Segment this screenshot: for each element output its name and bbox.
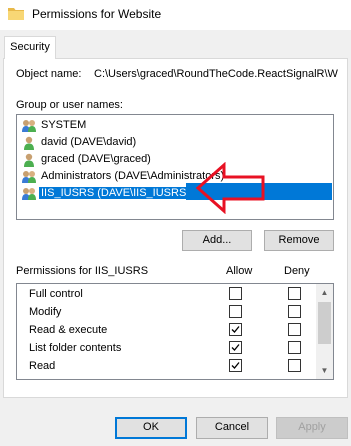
- permissions-label: Permissions for IIS_IUSRS: [16, 265, 149, 277]
- tab-security[interactable]: Security: [4, 36, 56, 59]
- folder-icon: [8, 8, 24, 20]
- scroll-thumb[interactable]: [318, 302, 331, 344]
- user-icon: [24, 153, 34, 167]
- apply-button[interactable]: Apply: [276, 417, 348, 439]
- deny-checkbox[interactable]: [288, 359, 301, 372]
- list-item-label: IIS_IUSRS (DAVE\IIS_IUSRS): [39, 187, 194, 199]
- cancel-button[interactable]: Cancel: [196, 417, 268, 439]
- list-item-label: david (DAVE\david): [41, 136, 137, 148]
- annotation-arrow-icon: [196, 162, 265, 214]
- deny-checkbox[interactable]: [288, 341, 301, 354]
- permission-row: Read: [17, 357, 317, 375]
- checkmark-icon: [231, 326, 240, 333]
- permission-name: Read: [29, 360, 56, 372]
- allow-checkbox[interactable]: [229, 323, 242, 336]
- deny-header: Deny: [284, 265, 310, 277]
- allow-checkbox[interactable]: [229, 341, 242, 354]
- group-users-icon: [22, 120, 36, 132]
- user-icon: [24, 136, 34, 150]
- checkmark-icon: [231, 362, 240, 369]
- permission-name: List folder contents: [29, 342, 122, 354]
- allow-checkbox[interactable]: [229, 287, 242, 300]
- allow-header: Allow: [226, 265, 253, 277]
- list-item-graced[interactable]: graced (DAVE\graced): [19, 151, 331, 168]
- allow-checkbox[interactable]: [229, 305, 242, 318]
- permission-row: Full control: [17, 285, 317, 303]
- group-users-icon: [22, 171, 36, 183]
- title-bar: Permissions for Website: [0, 0, 351, 30]
- permissions-scrollbar[interactable]: ▲ ▼: [316, 284, 333, 379]
- allow-checkbox[interactable]: [229, 359, 242, 372]
- permission-row: List folder contents: [17, 339, 317, 357]
- list-item-label: graced (DAVE\graced): [41, 153, 151, 165]
- list-item-label: SYSTEM: [41, 119, 87, 131]
- group-names-label: Group or user names:: [16, 99, 123, 111]
- scroll-down-icon[interactable]: ▼: [316, 362, 333, 379]
- permission-name: Modify: [29, 306, 62, 318]
- permission-row: Modify: [17, 303, 317, 321]
- permissions-list: Full control Modify Read & execute List …: [16, 283, 334, 380]
- ok-button[interactable]: OK: [115, 417, 187, 439]
- remove-button[interactable]: Remove: [264, 230, 334, 251]
- permission-row: Read & execute: [17, 321, 317, 339]
- object-name-value: C:\Users\graced\RoundTheCode.ReactSignal…: [94, 68, 338, 80]
- checkmark-icon: [231, 344, 240, 351]
- group-users-icon: [22, 188, 36, 200]
- group-user-listbox[interactable]: SYSTEM david (DAVE\david) graced (DAVE\g…: [16, 114, 334, 220]
- scroll-up-icon[interactable]: ▲: [316, 284, 333, 301]
- window-title: Permissions for Website: [32, 7, 162, 21]
- permission-name: Full control: [29, 288, 83, 300]
- object-name-label: Object name:: [16, 68, 82, 80]
- deny-checkbox[interactable]: [288, 287, 301, 300]
- list-item-system[interactable]: SYSTEM: [19, 117, 331, 134]
- deny-checkbox[interactable]: [288, 323, 301, 336]
- permission-name: Read & execute: [29, 324, 108, 336]
- deny-checkbox[interactable]: [288, 305, 301, 318]
- add-button[interactable]: Add...: [182, 230, 252, 251]
- list-item-david[interactable]: david (DAVE\david): [19, 134, 331, 151]
